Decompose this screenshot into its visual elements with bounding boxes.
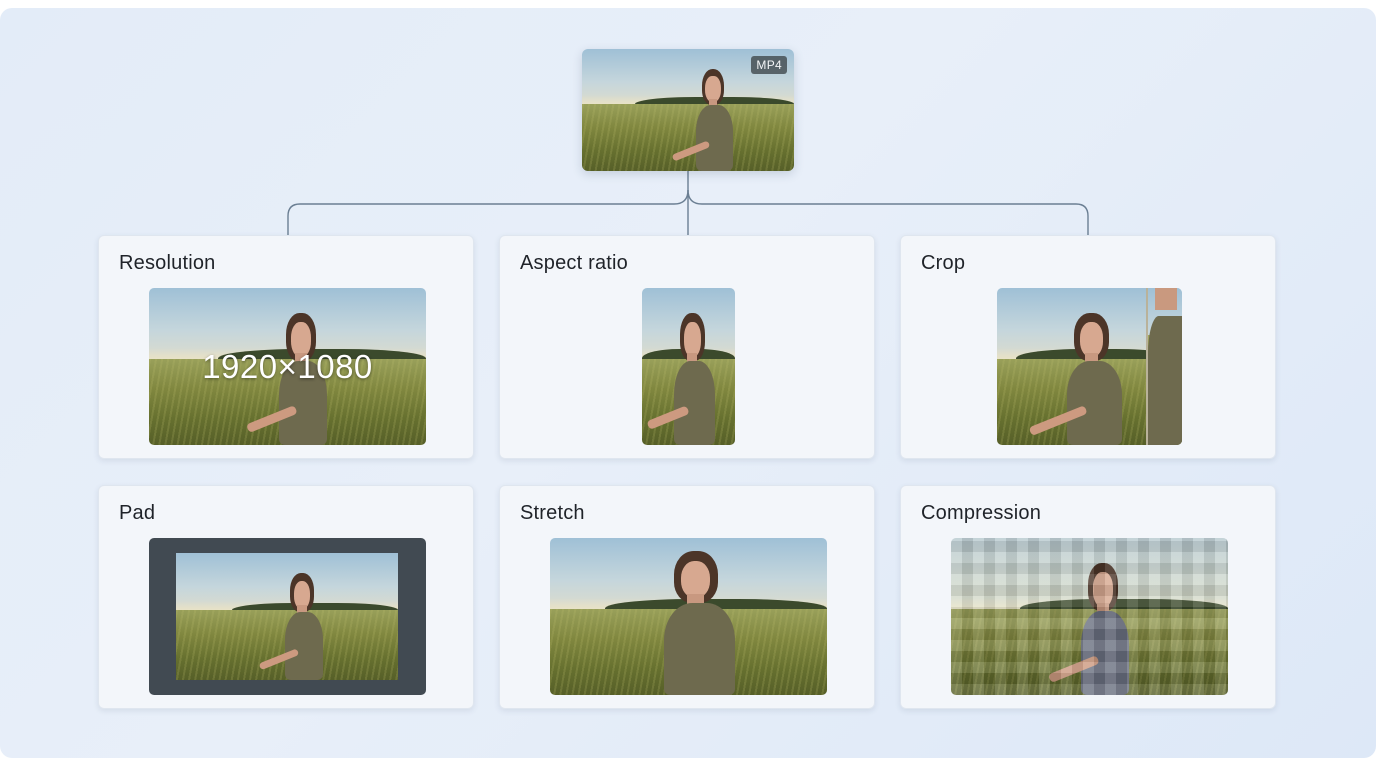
- compression-artifacts: [951, 538, 1228, 695]
- card-aspect-ratio: Aspect ratio: [499, 235, 875, 459]
- connector-right: [687, 189, 1089, 236]
- resolution-label: 1920×1080: [202, 348, 373, 385]
- format-badge: MP4: [751, 56, 787, 74]
- card-resolution: Resolution 1920×1080: [98, 235, 474, 459]
- stretch-thumbnail: [550, 538, 827, 695]
- crop-thumbnail: [997, 288, 1182, 445]
- compression-thumbnail: [951, 538, 1228, 695]
- padded-video: [176, 553, 398, 680]
- card-title: Pad: [119, 502, 156, 524]
- card-pad: Pad: [98, 485, 474, 709]
- card-title: Crop: [921, 252, 966, 274]
- aspect-ratio-thumbnail: [642, 288, 735, 445]
- card-stretch: Stretch: [499, 485, 875, 709]
- resolution-thumbnail: 1920×1080: [149, 288, 426, 445]
- card-crop: Crop: [900, 235, 1276, 459]
- pad-thumbnail: [149, 538, 426, 695]
- cropped-edge-slice: [1146, 288, 1182, 445]
- source-video-thumbnail: MP4: [582, 49, 794, 171]
- card-title: Stretch: [520, 502, 585, 524]
- card-title: Aspect ratio: [520, 252, 629, 274]
- card-title: Resolution: [119, 252, 216, 274]
- connector-left: [287, 171, 689, 236]
- card-compression: Compression: [900, 485, 1276, 709]
- card-title: Compression: [921, 502, 1042, 524]
